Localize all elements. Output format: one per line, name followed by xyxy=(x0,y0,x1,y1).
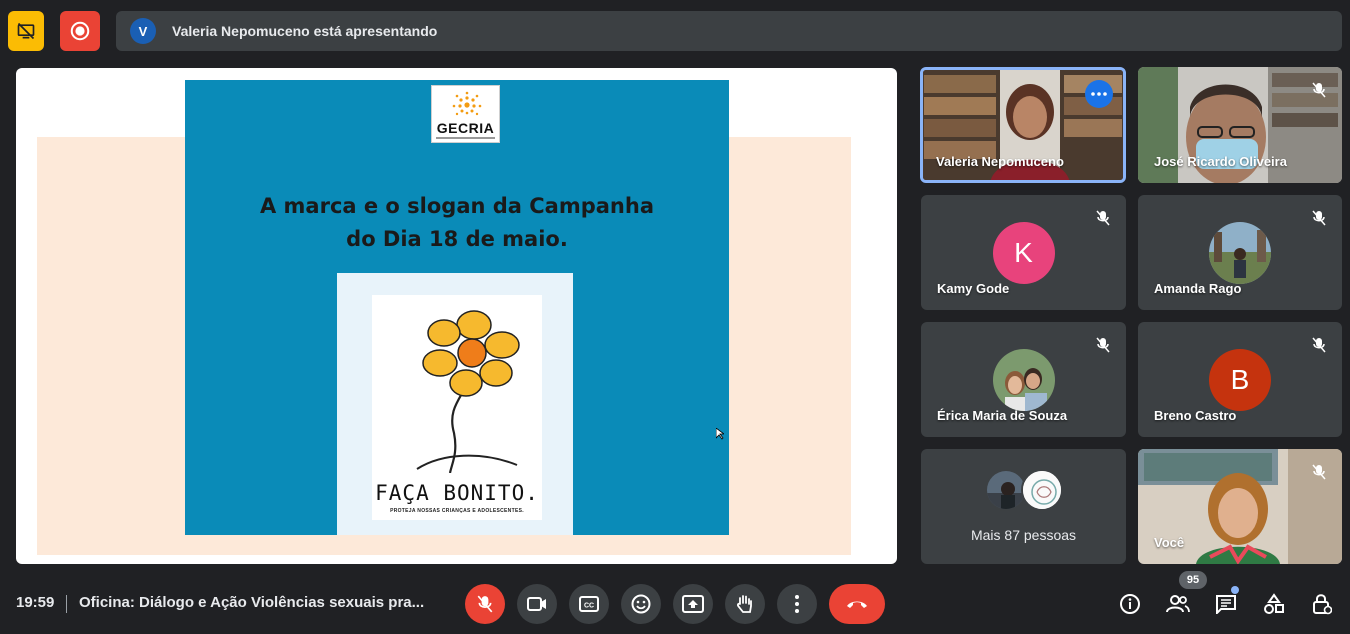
raise-hand-icon xyxy=(737,595,752,613)
avatar: B xyxy=(1209,349,1271,411)
host-controls-icon xyxy=(1313,594,1332,615)
presenter-avatar: V xyxy=(130,18,156,44)
captions-icon: CC xyxy=(579,596,599,612)
mic-toggle-button[interactable] xyxy=(465,584,505,624)
host-controls-button[interactable] xyxy=(1308,590,1336,618)
sun-logo-icon xyxy=(452,91,482,116)
presenting-text: Valeria Nepomuceno está apresentando xyxy=(172,23,438,39)
participant-tile-breno[interactable]: B Breno Castro xyxy=(1138,322,1342,437)
record-icon[interactable] xyxy=(60,11,100,51)
presenting-banner: V Valeria Nepomuceno está apresentando xyxy=(116,11,1342,51)
camera-toggle-button[interactable] xyxy=(517,584,557,624)
participant-name: Você xyxy=(1154,535,1185,550)
clock: 19:59 xyxy=(16,594,55,611)
participant-tile-kamy[interactable]: K Kamy Gode xyxy=(921,195,1126,310)
more-participants-tile[interactable]: Mais 87 pessoas xyxy=(921,449,1126,564)
avatar xyxy=(992,349,1055,411)
more-participants-label: Mais 87 pessoas xyxy=(970,527,1077,543)
more-options-button[interactable] xyxy=(1085,80,1113,108)
participant-tile-amanda[interactable]: Amanda Rago xyxy=(1138,195,1342,310)
mic-off-icon xyxy=(1308,207,1330,229)
slide-title-line1: A marca e o slogan da Campanha xyxy=(259,194,655,218)
flower-icon xyxy=(416,310,520,473)
gecria-logo: GECRIA xyxy=(431,85,500,143)
present-button[interactable] xyxy=(673,584,713,624)
slide-title-line2: do Dia 18 de maio. xyxy=(346,227,568,251)
presentation-stage[interactable]: GECRIA A marca e o slogan da Campanha do… xyxy=(16,68,897,564)
raise-hand-button[interactable] xyxy=(725,584,765,624)
mouse-cursor-icon xyxy=(716,428,724,440)
mic-off-icon xyxy=(1308,334,1330,356)
participant-name: José Ricardo Oliveira xyxy=(1154,154,1287,169)
meeting-details-button[interactable] xyxy=(1116,590,1144,618)
participant-tile-self[interactable]: Você xyxy=(1138,449,1342,564)
participant-tile-valeria[interactable]: Valeria Nepomuceno xyxy=(920,67,1126,183)
slide: GECRIA A marca e o slogan da Campanha do… xyxy=(185,80,729,535)
chat-button[interactable] xyxy=(1212,590,1240,618)
meeting-title: Oficina: Diálogo e Ação Violências sexua… xyxy=(79,594,425,611)
participant-name: Amanda Rago xyxy=(1154,281,1242,296)
chat-notification-dot xyxy=(1231,586,1239,594)
mic-off-icon xyxy=(1308,461,1330,483)
chat-icon xyxy=(1216,595,1236,614)
participant-tile-erica[interactable]: Érica Maria de Souza xyxy=(921,322,1126,437)
participant-count-badge: 95 xyxy=(1179,571,1207,589)
divider xyxy=(66,595,67,613)
present-icon xyxy=(682,595,704,613)
more-options-button[interactable] xyxy=(777,584,817,624)
hangup-icon xyxy=(847,601,867,608)
svg-text:CC: CC xyxy=(584,603,594,610)
logo-subline xyxy=(436,137,495,139)
avatar: K xyxy=(992,222,1055,284)
slide-title: A marca e o slogan da Campanha do Dia 18… xyxy=(205,190,709,256)
participant-tile-jose[interactable]: José Ricardo Oliveira xyxy=(1138,67,1342,183)
campaign-card: FAÇA BONITO. PROTEJA NOSSAS CRIANÇAS E A… xyxy=(337,273,573,535)
avatar xyxy=(1209,222,1271,284)
campaign-tagline: PROTEJA NOSSAS CRIANÇAS E ADOLESCENTES. xyxy=(390,508,524,514)
captions-button[interactable]: CC xyxy=(569,584,609,624)
info-icon xyxy=(1120,594,1140,614)
logo-text: GECRIA xyxy=(436,120,495,136)
people-button[interactable] xyxy=(1164,590,1192,618)
campaign-card-inner: FAÇA BONITO. PROTEJA NOSSAS CRIANÇAS E A… xyxy=(372,295,542,520)
mic-off-icon xyxy=(1092,207,1114,229)
more-vert-icon xyxy=(795,595,799,613)
participant-name: Breno Castro xyxy=(1154,408,1237,423)
emoji-icon xyxy=(631,594,651,614)
participant-name: Valeria Nepomuceno xyxy=(936,154,1064,169)
people-icon xyxy=(1166,595,1190,613)
activities-icon xyxy=(1264,593,1284,614)
mic-off-icon xyxy=(477,595,493,613)
mic-off-icon xyxy=(1308,79,1330,101)
mic-off-icon xyxy=(1092,334,1114,356)
leave-call-button[interactable] xyxy=(829,584,885,624)
participant-name: Érica Maria de Souza xyxy=(937,408,1068,423)
camera-icon xyxy=(527,597,546,611)
campaign-name: FAÇA BONITO. xyxy=(375,481,539,505)
activities-button[interactable] xyxy=(1260,590,1288,618)
participant-name: Kamy Gode xyxy=(937,281,1010,296)
present-off-icon[interactable] xyxy=(8,11,44,51)
emoji-button[interactable] xyxy=(621,584,661,624)
avatar xyxy=(1021,469,1063,511)
